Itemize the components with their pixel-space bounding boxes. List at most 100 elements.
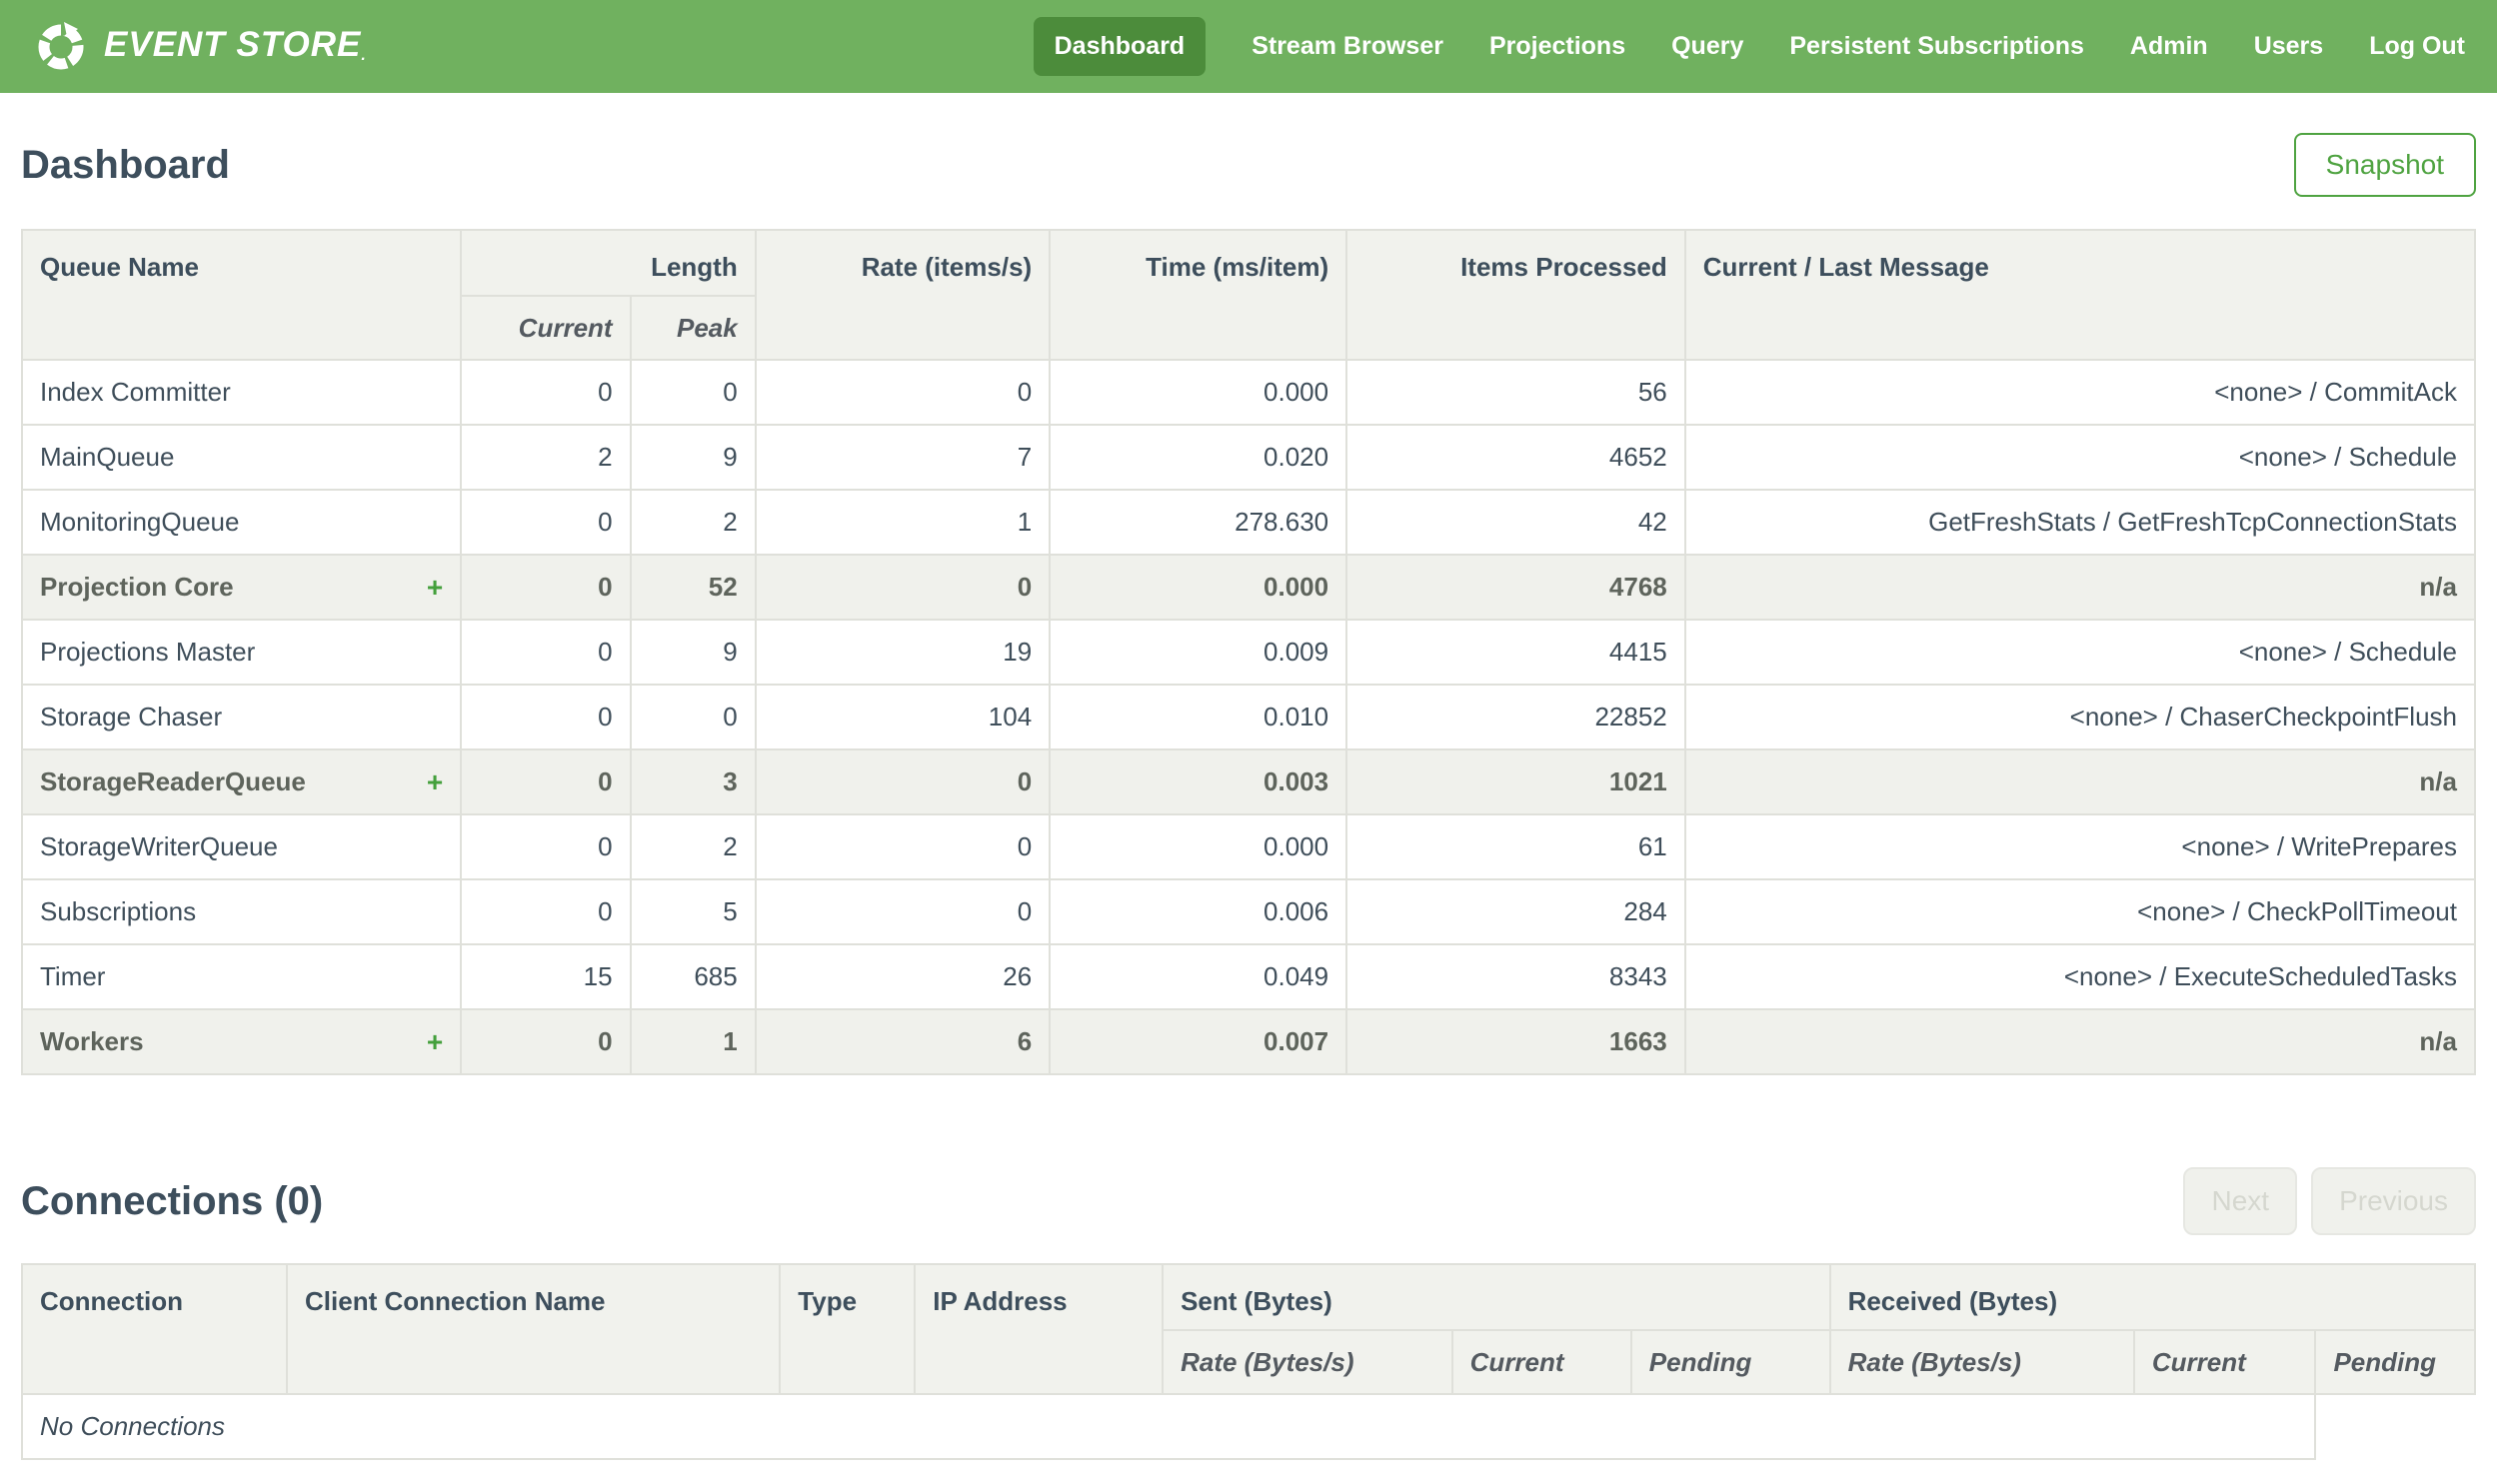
queue-name-cell: Subscriptions — [20, 878, 463, 945]
expand-group-icon[interactable]: + — [427, 572, 443, 604]
queue-time: 0.007 — [1049, 1008, 1348, 1075]
queue-table-header: Queue Name Length Rate (items/s) Time (m… — [20, 229, 2477, 361]
queue-time: 0.000 — [1049, 359, 1348, 426]
queue-row: Subscriptions 0 5 0 0.006 284 <none> / CheckPo… — [20, 878, 2477, 945]
connections-table-body: No Connections — [20, 1393, 2475, 1460]
queue-time: 278.630 — [1049, 489, 1348, 556]
queue-name-cell: Projections Master — [20, 619, 463, 686]
nav-item-users[interactable]: Users — [2254, 17, 2324, 76]
previous-button[interactable]: Previous — [2311, 1167, 2476, 1235]
queue-message: <none> / ExecuteScheduledTasks — [1683, 943, 2477, 1010]
queue-length-current: 0 — [460, 878, 632, 945]
queue-message: <none> / ChaserCheckpointFlush — [1683, 684, 2477, 750]
connections-title: Connections (0) — [21, 1178, 324, 1223]
event-store-logo-icon — [38, 19, 84, 69]
queue-length-peak: 9 — [629, 619, 757, 686]
queue-message: GetFreshStats / GetFreshTcpConnectionSta… — [1683, 489, 2477, 556]
queue-name: Index Committer — [40, 377, 231, 407]
event-store-brand[interactable]: EVENT STORE. — [34, 19, 367, 74]
no-connections-message: No Connections — [20, 1393, 2317, 1460]
nav-item-persistent-subscriptions[interactable]: Persistent Subscriptions — [1789, 17, 2084, 76]
queue-row: StorageReaderQueue +0 3 0 0.003 1021 n/a — [20, 748, 2477, 815]
queue-row: Timer 15 685 26 0.049 8343 <none> / ExecuteSch… — [20, 943, 2477, 1010]
col-queue-name: Queue Name — [20, 229, 463, 361]
queue-length-current: 0 — [460, 813, 632, 880]
queue-message: n/a — [1683, 1008, 2477, 1075]
queue-length-current: 0 — [460, 1008, 632, 1075]
queue-row: Storage Chaser 0 0 104 0.010 22852 <none> / Ch… — [20, 684, 2477, 750]
queue-row: StorageWriterQueue 0 2 0 0.000 61 <none> / Wri… — [20, 813, 2477, 880]
queue-rate: 0 — [754, 813, 1052, 880]
connections-table: Connection Client Connection Name Type I… — [20, 1263, 2477, 1460]
queue-name: Workers — [40, 1026, 144, 1056]
page-header: Dashboard Snapshot — [21, 133, 2476, 197]
queue-time: 0.020 — [1049, 424, 1348, 491]
queue-row: Index Committer 0 0 0 0.000 56 <none> / Commit… — [20, 359, 2477, 426]
queue-items-processed: 284 — [1345, 878, 1686, 945]
queue-name-cell: Storage Chaser — [20, 684, 463, 750]
queue-time: 0.000 — [1049, 813, 1348, 880]
nav-item-projections[interactable]: Projections — [1489, 17, 1625, 76]
queue-table: Queue Name Length Rate (items/s) Time (m… — [20, 229, 2477, 1075]
expand-group-icon[interactable]: + — [427, 766, 443, 798]
queue-message: <none> / Schedule — [1683, 424, 2477, 491]
next-button[interactable]: Next — [2183, 1167, 2298, 1235]
col-sent-pending: Pending — [1629, 1329, 1831, 1395]
col-sent-current: Current — [1450, 1329, 1632, 1395]
queue-items-processed: 56 — [1345, 359, 1686, 426]
queue-rate: 1 — [754, 489, 1052, 556]
queue-name: MainQueue — [40, 442, 175, 472]
queue-name-cell: StorageWriterQueue — [20, 813, 463, 880]
snapshot-button[interactable]: Snapshot — [2293, 133, 2476, 197]
queue-name: Subscriptions — [40, 896, 197, 926]
queue-row: MonitoringQueue 0 2 1 278.630 42 GetFreshStats… — [20, 489, 2477, 556]
queue-name-cell: MonitoringQueue — [20, 489, 463, 556]
queue-length-current: 0 — [460, 554, 632, 621]
nav-item-dashboard[interactable]: Dashboard — [1033, 17, 1207, 76]
queue-rate: 0 — [754, 359, 1052, 426]
nav-menu: Dashboard Stream Browser Projections Query P… — [1033, 17, 2465, 76]
expand-group-icon[interactable]: + — [427, 1026, 443, 1058]
nav-item-stream-browser[interactable]: Stream Browser — [1251, 17, 1443, 76]
queue-message: <none> / CheckPollTimeout — [1683, 878, 2477, 945]
queue-length-peak: 2 — [629, 813, 757, 880]
queue-name-cell: Timer — [20, 943, 463, 1010]
empty-cell — [2315, 1394, 2475, 1459]
nav-item-admin[interactable]: Admin — [2130, 17, 2208, 76]
queue-length-current: 0 — [460, 359, 632, 426]
queue-length-current: 15 — [460, 943, 632, 1010]
queue-items-processed: 1021 — [1345, 748, 1686, 815]
queue-message: <none> / WritePrepares — [1683, 813, 2477, 880]
top-nav: EVENT STORE. Dashboard Stream Browser Proj… — [0, 0, 2497, 93]
col-length-peak: Peak — [629, 295, 757, 361]
page-title: Dashboard — [21, 142, 230, 187]
queue-items-processed: 42 — [1345, 489, 1686, 556]
queue-name-cell: MainQueue — [20, 424, 463, 491]
no-connections-row: No Connections — [20, 1393, 2475, 1460]
queue-items-processed: 1663 — [1345, 1008, 1686, 1075]
queue-time: 0.010 — [1049, 684, 1348, 750]
connections-header: Connections (0) Next Previous — [21, 1167, 2476, 1235]
queue-length-peak: 52 — [629, 554, 757, 621]
nav-item-log-out[interactable]: Log Out — [2369, 17, 2465, 76]
nav-item-query[interactable]: Query — [1671, 17, 1743, 76]
queue-rate: 19 — [754, 619, 1052, 686]
queue-items-processed: 8343 — [1345, 943, 1686, 1010]
queue-length-current: 0 — [460, 684, 632, 750]
queue-time: 0.000 — [1049, 554, 1348, 621]
col-length-current: Current — [460, 295, 632, 361]
queue-row: MainQueue 2 9 7 0.020 4652 <none> / Schedule — [20, 424, 2477, 491]
queue-length-peak: 1 — [629, 1008, 757, 1075]
queue-name-cell: Projection Core + — [20, 554, 463, 621]
queue-rate: 7 — [754, 424, 1052, 491]
col-type: Type — [779, 1263, 917, 1395]
queue-rate: 6 — [754, 1008, 1052, 1075]
queue-message: n/a — [1683, 554, 2477, 621]
col-received-bytes: Received (Bytes) — [1828, 1263, 2477, 1331]
queue-message: n/a — [1683, 748, 2477, 815]
queue-length-current: 0 — [460, 619, 632, 686]
main-content: Dashboard Snapshot Queue Name Length Rat… — [0, 133, 2497, 1460]
queue-rate: 26 — [754, 943, 1052, 1010]
queue-rate: 0 — [754, 878, 1052, 945]
col-sent-rate: Rate (Bytes/s) — [1162, 1329, 1453, 1395]
